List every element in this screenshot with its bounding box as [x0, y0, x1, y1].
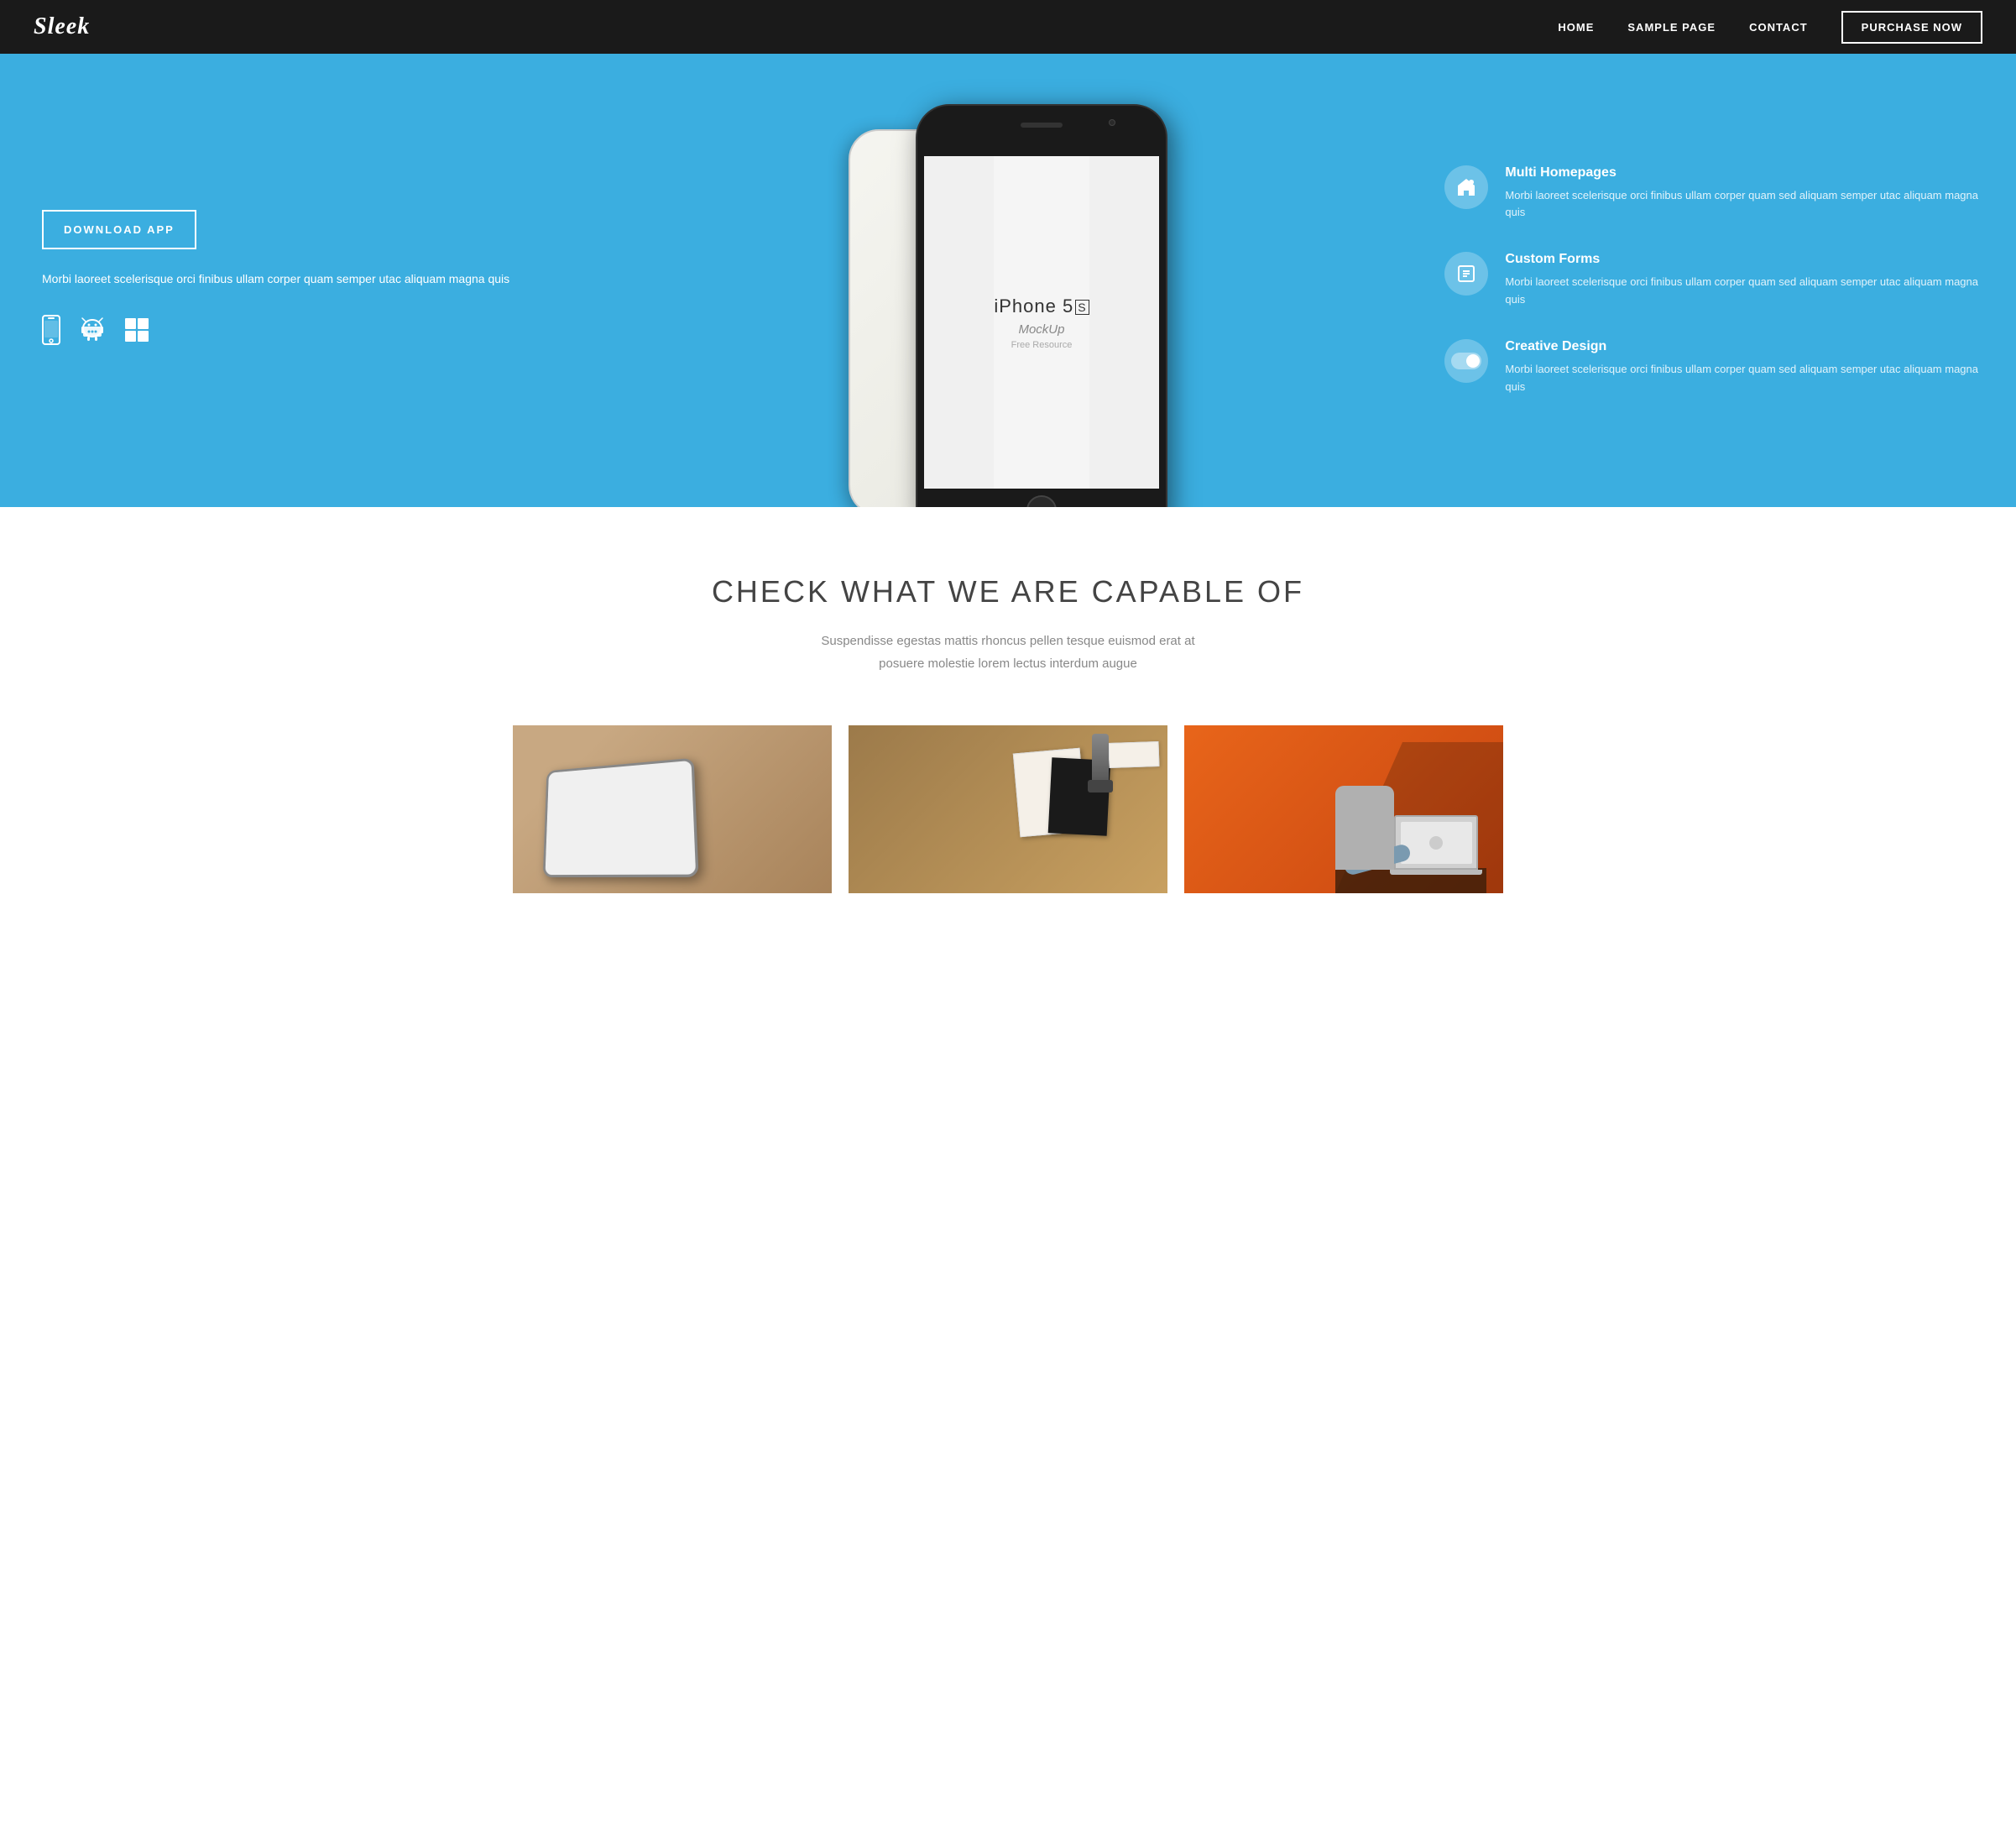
purchase-now-button[interactable]: PURCHASE NOW	[1841, 11, 1982, 44]
phone-speaker	[1021, 123, 1063, 128]
platform-icons	[42, 315, 563, 351]
feature-custom-forms-title: Custom Forms	[1505, 252, 1982, 267]
phone-screen-content: iPhone 5S MockUp Free Resource	[994, 156, 1089, 489]
hero-right: Multi Homepages Morbi laoreet scelerisqu…	[1411, 54, 2016, 507]
thumb-9	[549, 840, 580, 871]
hero-phones: ●●○○ BELL 4:21 PM 100% iPhone 5S MockUp …	[605, 54, 1412, 507]
capabilities-subtext: Suspendisse egestas mattis rhoncus pelle…	[756, 630, 1260, 675]
tablet-screen	[546, 766, 689, 874]
thumb-7	[614, 805, 648, 837]
multi-homepages-icon	[1444, 165, 1488, 209]
phone-mockup-container: ●●○○ BELL 4:21 PM 100% iPhone 5S MockUp …	[849, 104, 1167, 507]
card-laptop-image	[1184, 725, 1503, 893]
cards-row	[0, 725, 2016, 893]
phone-model-label: iPhone 5S	[994, 296, 1089, 317]
laptop-base	[1390, 870, 1482, 875]
download-app-button[interactable]: DOWNLOAD APP	[42, 210, 196, 249]
navbar: Sleek HOME SAMPLE PAGE CONTACT PURCHASE …	[0, 0, 2016, 54]
feature-multi-homepages: Multi Homepages Morbi laoreet scelerisqu…	[1444, 165, 1982, 222]
nav-sample-page[interactable]: SAMPLE PAGE	[1627, 21, 1716, 34]
card-stationery-image	[849, 725, 1167, 893]
windows-icon	[124, 317, 149, 348]
feature-multi-homepages-title: Multi Homepages	[1505, 165, 1982, 180]
person-silhouette	[1335, 751, 1486, 893]
feature-creative-design-title: Creative Design	[1505, 339, 1982, 354]
stamp-tool	[1092, 734, 1109, 784]
stamp-base	[1088, 780, 1113, 792]
thumb-4	[648, 770, 683, 803]
nav-contact[interactable]: CONTACT	[1749, 21, 1808, 34]
phone-mockup-label: MockUp	[1018, 322, 1064, 337]
thumb-10	[581, 839, 613, 871]
card-tablet	[513, 725, 832, 893]
hero-description: Morbi laoreet scelerisque orci finibus u…	[42, 269, 563, 290]
phone-free-label: Free Resource	[1011, 340, 1073, 350]
thumb-1	[551, 778, 581, 808]
thumb-12	[650, 836, 686, 870]
phone-icon	[42, 315, 60, 351]
card-laptop	[1184, 725, 1503, 893]
feature-multi-homepages-text: Multi Homepages Morbi laoreet scelerisqu…	[1505, 165, 1982, 222]
feature-custom-forms-desc: Morbi laoreet scelerisque orci finibus u…	[1505, 274, 1982, 309]
card-stationery	[849, 725, 1167, 893]
hero-left: DOWNLOAD APP Morbi laoreet scelerisque o…	[0, 54, 605, 507]
android-icon	[81, 316, 104, 349]
person-body	[1335, 786, 1394, 870]
thumb-11	[614, 838, 648, 871]
feature-custom-forms-text: Custom Forms Morbi laoreet scelerisque o…	[1505, 252, 1982, 309]
card-tablet-image	[513, 725, 832, 893]
capabilities-section: CHECK WHAT WE ARE CAPABLE OF Suspendisse…	[0, 507, 2016, 725]
feature-creative-design-desc: Morbi laoreet scelerisque orci finibus u…	[1505, 361, 1982, 396]
thumb-3	[614, 773, 647, 805]
laptop-display	[1401, 822, 1472, 864]
feature-creative-design: Creative Design Morbi laoreet scelerisqu…	[1444, 339, 1982, 396]
thumb-8	[649, 803, 684, 835]
custom-forms-icon	[1444, 252, 1488, 296]
feature-creative-design-text: Creative Design Morbi laoreet scelerisqu…	[1505, 339, 1982, 396]
laptop	[1394, 815, 1478, 870]
thumb-5	[550, 808, 580, 839]
nav-home[interactable]: HOME	[1558, 21, 1594, 34]
site-logo[interactable]: Sleek	[34, 13, 90, 40]
thumb-2	[582, 776, 613, 807]
phone-front-mockup: ●●○○ BELL 4:21 PM 100% iPhone 5S MockUp …	[916, 104, 1167, 507]
feature-multi-homepages-desc: Morbi laoreet scelerisque orci finibus u…	[1505, 187, 1982, 222]
hero-section: DOWNLOAD APP Morbi laoreet scelerisque o…	[0, 54, 2016, 507]
apple-logo	[1429, 836, 1443, 850]
thumb-6	[582, 807, 613, 838]
phone-home-button	[1026, 495, 1057, 507]
capabilities-heading: CHECK WHAT WE ARE CAPABLE OF	[34, 574, 1982, 609]
nav-links: HOME SAMPLE PAGE CONTACT PURCHASE NOW	[1558, 11, 1982, 44]
phone-screen: iPhone 5S MockUp Free Resource	[924, 156, 1159, 489]
phone-camera	[1109, 119, 1115, 126]
stationery-card-3	[1108, 741, 1159, 768]
creative-design-icon	[1444, 339, 1488, 383]
feature-custom-forms: Custom Forms Morbi laoreet scelerisque o…	[1444, 252, 1982, 309]
laptop-screen	[1394, 815, 1478, 870]
